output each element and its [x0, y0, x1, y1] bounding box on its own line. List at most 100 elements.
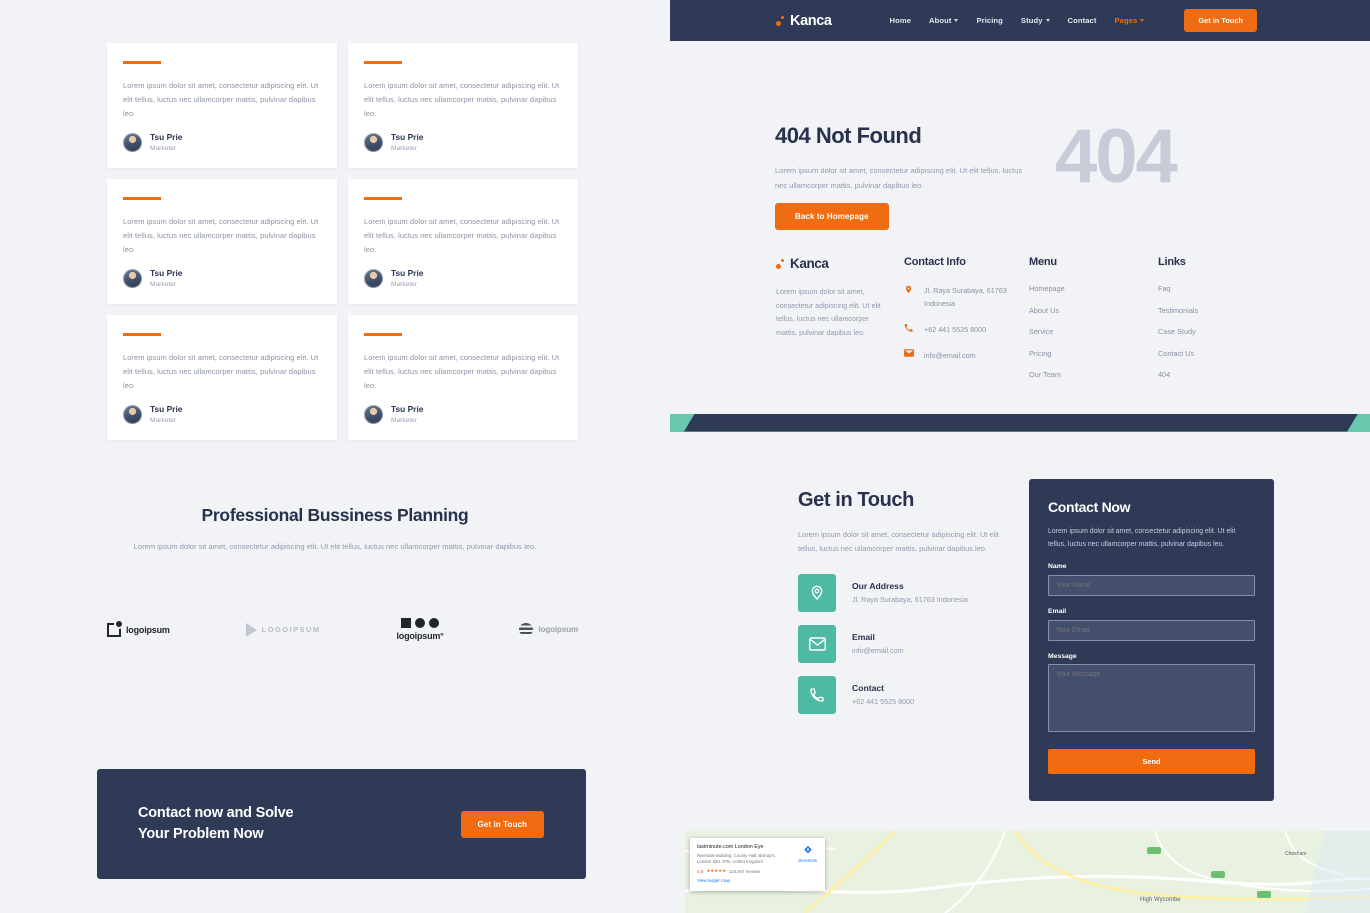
footer-links-column: Links Faq Testimonials Case Study Contac… — [1158, 256, 1278, 392]
map-rating-score: 4.5 — [697, 868, 704, 874]
footer-brand-logo[interactable]: Kanca — [776, 256, 904, 271]
map-info-card: lastminute.com London Eye Riverside Buil… — [690, 838, 825, 891]
accent-rule — [364, 333, 402, 336]
info-title: Email — [852, 632, 875, 642]
planning-section: Professional Bussiness Planning Lorem ip… — [0, 505, 670, 554]
footer-link-about-us[interactable]: About Us — [1029, 306, 1158, 315]
planning-desc: Lorem ipsum dolor sit amet, consectetur … — [133, 542, 537, 551]
contact-now-form: Contact Now Lorem ipsum dolor sit amet, … — [1029, 479, 1274, 801]
name-input[interactable] — [1048, 575, 1255, 596]
info-sub: info@email.com — [852, 646, 904, 655]
chevron-down-icon — [1045, 19, 1050, 22]
author-role: Marketer — [150, 144, 177, 152]
navbar: Kanca Home About Pricing Study Contact P… — [670, 0, 1370, 41]
author-name: Tsu Prie — [391, 131, 424, 142]
testimonial-text: Lorem ipsum dolor sit amet, consectetur … — [123, 352, 319, 390]
accent-rule — [364, 197, 402, 200]
testimonial-text: Lorem ipsum dolor sit amet, consectetur … — [364, 216, 560, 254]
footer-brand-name: Kanca — [790, 256, 829, 271]
footer-link-contact-us[interactable]: Contact Us — [1158, 349, 1278, 358]
phone-icon — [904, 323, 915, 333]
accent-rule — [364, 61, 402, 64]
nav-label: Contact — [1067, 16, 1097, 25]
author-name: Tsu Prie — [150, 131, 183, 142]
testimonial-author: Tsu Prie Marketer — [364, 268, 562, 290]
brand-logo[interactable]: Kanca — [776, 13, 832, 29]
nav-label: Home — [889, 16, 912, 25]
testimonial-text: Lorem ipsum dolor sit amet, consectetur … — [364, 352, 560, 390]
directions-icon — [803, 845, 812, 854]
play-triangle-icon — [245, 622, 257, 637]
footer-link-case-study[interactable]: Case Study — [1158, 327, 1278, 336]
info-sub: Jl. Raya Surabaya, 61763 Indonesia — [852, 595, 968, 604]
square-two-dots-icon — [401, 618, 440, 628]
nav-item-study[interactable]: Study — [1021, 16, 1050, 25]
testimonial-card: Lorem ipsum dolor sit amet, consectetur … — [348, 315, 578, 440]
cta-banner: Contact now and Solve Your Problem Now G… — [97, 769, 586, 879]
footer-brand-column: Kanca Lorem ipsum dolor sit amet, consec… — [776, 256, 904, 392]
author-role: Marketer — [150, 416, 177, 424]
map-embed[interactable]: High Wycombe Chesham lastminute.com Lond… — [685, 831, 1370, 913]
footer-link-service[interactable]: Service — [1029, 327, 1158, 336]
logo-label: logoipsum — [126, 624, 170, 635]
chevron-down-icon — [954, 19, 959, 22]
contact-info-address: Our Address Jl. Raya Surabaya, 61763 Ind… — [798, 573, 968, 612]
avatar — [123, 269, 142, 288]
author-name: Tsu Prie — [150, 267, 183, 278]
hero-description: Lorem ipsum dolor sit amet, consectetur … — [775, 166, 1023, 190]
testimonial-author: Tsu Prie Marketer — [123, 404, 321, 426]
author-role: Marketer — [391, 416, 418, 424]
nav-item-home[interactable]: Home — [890, 16, 912, 25]
send-button[interactable]: Send — [1048, 749, 1255, 774]
view-larger-map-link[interactable]: View larger map — [697, 878, 818, 883]
message-label: Message — [1048, 653, 1077, 660]
author-role: Marketer — [391, 144, 418, 152]
footer-link-404[interactable]: 404 — [1158, 370, 1278, 379]
nav-item-about[interactable]: About — [929, 16, 959, 25]
footer-link-our-team[interactable]: Our Team — [1029, 370, 1158, 379]
logo-label: logoipsum° — [396, 631, 444, 641]
email-input[interactable] — [1048, 620, 1255, 641]
map-directions-button[interactable]: Directions — [798, 845, 817, 863]
nav-get-in-touch-button[interactable]: Get in Touch — [1184, 9, 1257, 32]
email-label: Email — [1048, 608, 1067, 615]
message-textarea[interactable] — [1048, 664, 1255, 732]
cta-line-2: Your Problem Now — [138, 826, 264, 842]
footer-link-faq[interactable]: Faq — [1158, 284, 1278, 293]
brand-name: Kanca — [790, 12, 832, 29]
logo-item: logoipsum° — [396, 618, 444, 641]
avatar — [123, 133, 142, 152]
author-name: Tsu Prie — [391, 267, 424, 278]
testimonial-card: Lorem ipsum dolor sit amet, consectetur … — [107, 43, 337, 168]
nav-item-contact[interactable]: Contact — [1068, 16, 1097, 25]
chevron-down-icon — [1140, 19, 1145, 22]
planning-title: Professional Bussiness Planning — [201, 505, 469, 525]
footer-columns: Kanca Lorem ipsum dolor sit amet, consec… — [776, 256, 1370, 392]
footer-contact-address: Jl. Raya Surabaya, 61763 Indonesia — [904, 284, 1029, 310]
logo-label: LOGOIPSUM — [261, 625, 321, 634]
footer-link-homepage[interactable]: Homepage — [1029, 284, 1158, 293]
map-rating-row: 4.5 ★★★★★ 124,847 reviews — [697, 868, 818, 874]
hero-404: 404 Not Found Lorem ipsum dolor sit amet… — [670, 41, 1370, 256]
section-divider-band — [670, 413, 1370, 432]
author-role: Marketer — [150, 280, 177, 288]
cta-get-in-touch-button[interactable]: Get in Touch — [460, 810, 544, 838]
accent-rule — [123, 61, 161, 64]
brand-dot-icon — [776, 258, 785, 270]
form-description: Lorem ipsum dolor sit amet, consectetur … — [1048, 528, 1236, 548]
testimonial-text: Lorem ipsum dolor sit amet, consectetur … — [364, 80, 560, 118]
footer-contact-phone: +62 441 5525 8000 — [904, 323, 1029, 336]
testimonial-card: Lorem ipsum dolor sit amet, consectetur … — [107, 179, 337, 304]
nav-item-pages[interactable]: Pages — [1115, 16, 1145, 25]
location-pin-icon — [904, 284, 915, 295]
footer: Kanca Lorem ipsum dolor sit amet, consec… — [670, 256, 1370, 392]
nav-item-pricing[interactable]: Pricing — [976, 16, 1002, 25]
testimonial-author: Tsu Prie Marketer — [364, 132, 562, 154]
footer-link-pricing[interactable]: Pricing — [1029, 349, 1158, 358]
form-title: Contact Now — [1048, 499, 1131, 515]
back-to-homepage-button[interactable]: Back to Homepage — [775, 203, 889, 230]
author-name: Tsu Prie — [391, 403, 424, 414]
footer-link-testimonials[interactable]: Testimonials — [1158, 306, 1278, 315]
page-title: 404 Not Found — [775, 123, 922, 148]
info-title: Contact — [852, 683, 884, 693]
